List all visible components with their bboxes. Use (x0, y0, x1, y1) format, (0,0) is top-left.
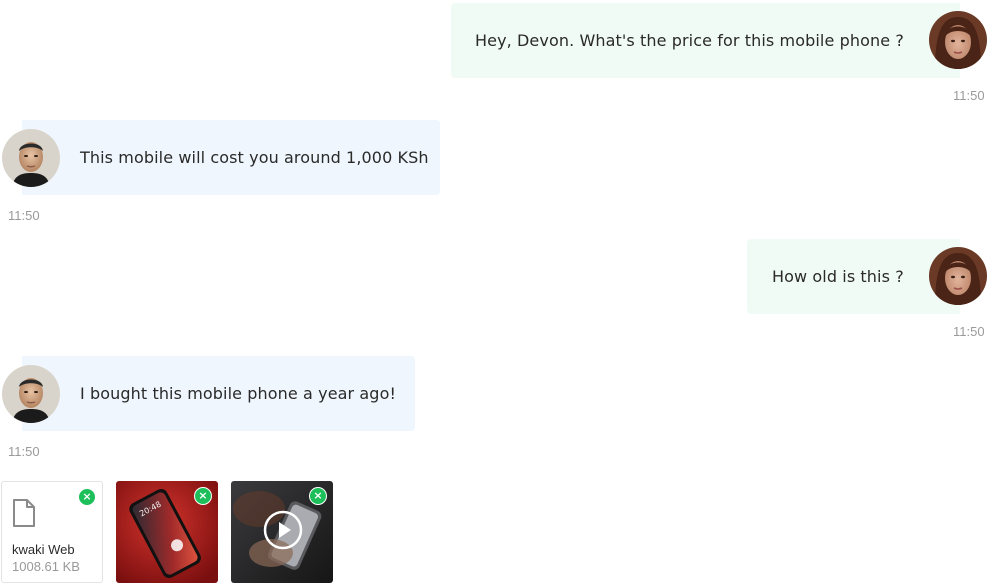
avatar-contact[interactable] (2, 129, 60, 187)
file-size: 1008.61 KB (12, 559, 80, 574)
message-text: Hey, Devon. What's the price for this mo… (475, 31, 904, 50)
message-bubble-outgoing: Hey, Devon. What's the price for this mo… (451, 3, 960, 78)
message-bubble-incoming: This mobile will cost you around 1,000 K… (22, 120, 440, 195)
avatar-contact[interactable] (2, 365, 60, 423)
avatar-user[interactable] (929, 11, 987, 69)
remove-attachment-button[interactable]: × (194, 487, 212, 505)
attachment-file[interactable]: × kwaki Web 1008.61 KB (1, 481, 103, 583)
message-timestamp: 11:50 (8, 208, 40, 223)
remove-attachment-button[interactable]: × (78, 488, 96, 506)
attachment-video[interactable]: × (231, 481, 333, 583)
message-text: This mobile will cost you around 1,000 K… (80, 148, 429, 167)
play-icon[interactable] (263, 510, 303, 550)
avatar-user[interactable] (929, 247, 987, 305)
message-bubble-incoming: I bought this mobile phone a year ago! (22, 356, 415, 431)
message-timestamp: 11:50 (953, 324, 985, 339)
message-text: How old is this ? (772, 267, 904, 286)
message-text: I bought this mobile phone a year ago! (80, 384, 396, 403)
remove-attachment-button[interactable]: × (309, 487, 327, 505)
file-icon (13, 499, 35, 527)
attachment-image[interactable]: 20:48 × (116, 481, 218, 583)
message-timestamp: 11:50 (953, 88, 985, 103)
file-name: kwaki Web (12, 542, 75, 557)
message-timestamp: 11:50 (8, 444, 40, 459)
